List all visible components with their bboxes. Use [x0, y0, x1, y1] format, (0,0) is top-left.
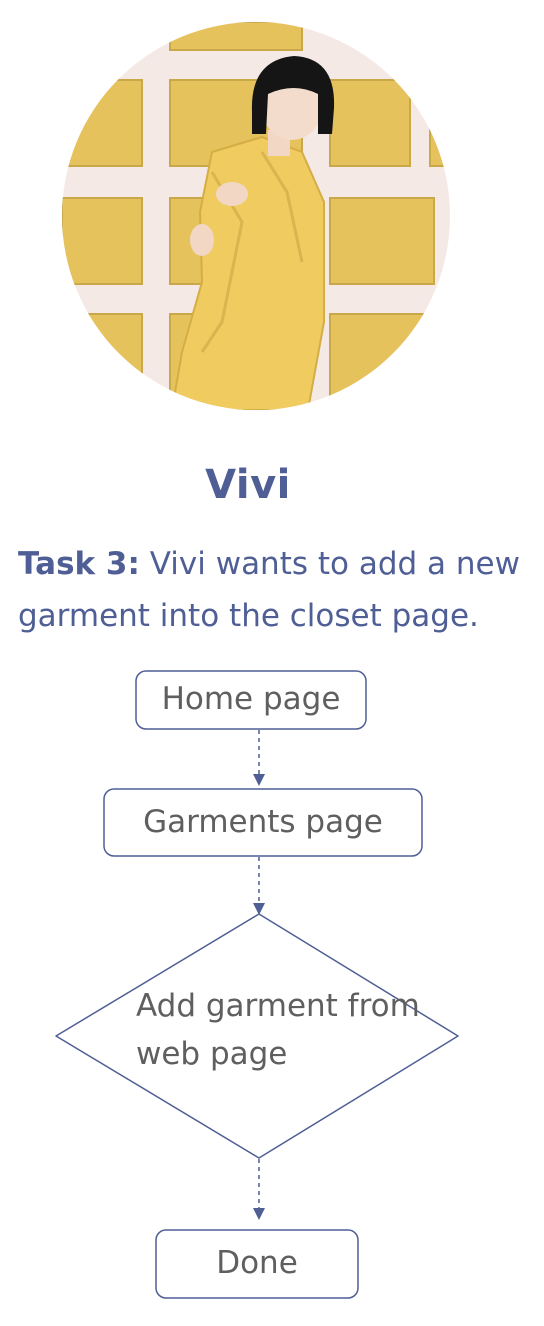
node-home-label: Home page [161, 681, 341, 717]
node-garments-label: Garments page [143, 804, 383, 840]
node-add-garment-label: Add garment from web page [136, 988, 420, 1072]
node-done-label: Done [216, 1245, 298, 1281]
flowchart [55, 670, 459, 1299]
